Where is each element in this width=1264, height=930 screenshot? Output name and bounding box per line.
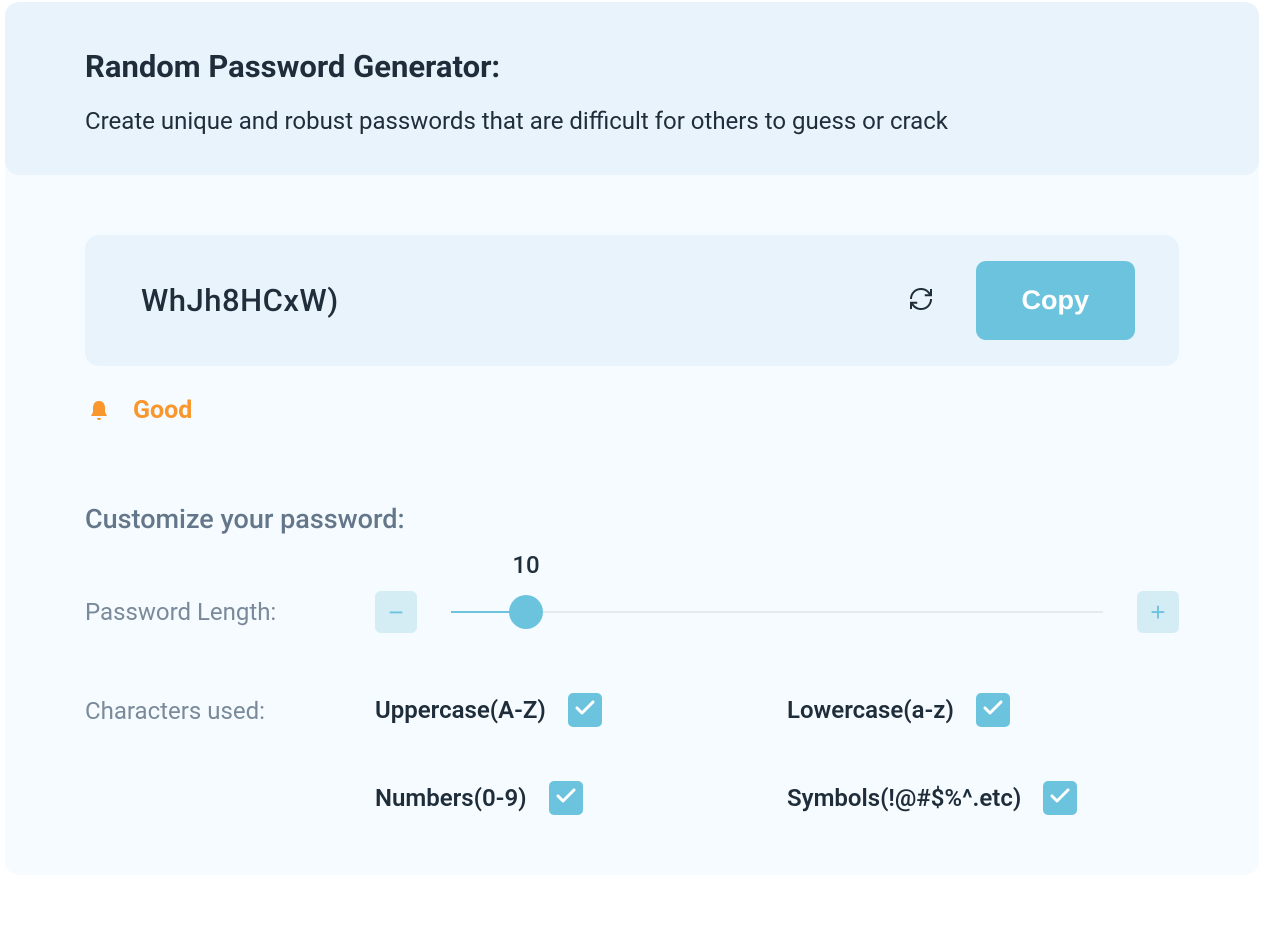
checkbox-lowercase[interactable] xyxy=(976,693,1010,727)
header: Random Password Generator: Create unique… xyxy=(5,2,1259,175)
check-icon xyxy=(556,788,576,808)
password-display-box: WhJh8HCxW) Copy xyxy=(85,235,1179,366)
length-label: Password Length: xyxy=(85,598,375,626)
minus-icon: − xyxy=(388,597,403,628)
password-value: WhJh8HCxW) xyxy=(141,282,904,319)
check-icon xyxy=(575,700,595,720)
option-uppercase: Uppercase(A-Z) xyxy=(375,693,767,727)
option-symbols-label: Symbols(!@#$%^.etc) xyxy=(787,784,1021,812)
checkbox-symbols[interactable] xyxy=(1043,781,1077,815)
characters-row: Characters used: Uppercase(A-Z) Lowercas… xyxy=(85,693,1179,815)
page-title: Random Password Generator: xyxy=(85,48,1179,85)
strength-indicator: Good xyxy=(85,396,1179,425)
customize-section: Customize your password: Password Length… xyxy=(85,503,1179,815)
option-numbers-label: Numbers(0-9) xyxy=(375,784,527,812)
slider-handle[interactable] xyxy=(509,595,543,629)
plus-icon: + xyxy=(1150,597,1165,628)
checkbox-uppercase[interactable] xyxy=(568,693,602,727)
check-icon xyxy=(1050,788,1070,808)
length-row: Password Length: − 10 + xyxy=(85,591,1179,633)
check-icon xyxy=(983,700,1003,720)
bell-icon xyxy=(85,397,113,425)
customize-title: Customize your password: xyxy=(85,503,1179,535)
option-symbols: Symbols(!@#$%^.etc) xyxy=(787,781,1179,815)
option-lowercase: Lowercase(a-z) xyxy=(787,693,1179,727)
strength-label: Good xyxy=(133,396,192,425)
slider-value-label: 10 xyxy=(512,551,539,579)
refresh-button[interactable] xyxy=(904,284,938,318)
copy-button[interactable]: Copy xyxy=(976,261,1136,340)
option-uppercase-label: Uppercase(A-Z) xyxy=(375,696,546,724)
slider-track xyxy=(451,611,1103,613)
increase-length-button[interactable]: + xyxy=(1137,591,1179,633)
chars-grid: Uppercase(A-Z) Lowercase(a-z) xyxy=(375,693,1179,815)
chars-label: Characters used: xyxy=(85,693,375,725)
page-subtitle: Create unique and robust passwords that … xyxy=(85,107,1179,135)
content: WhJh8HCxW) Copy G xyxy=(5,175,1259,875)
option-numbers: Numbers(0-9) xyxy=(375,781,767,815)
refresh-icon xyxy=(906,284,936,317)
checkbox-numbers[interactable] xyxy=(549,781,583,815)
decrease-length-button[interactable]: − xyxy=(375,591,417,633)
length-slider[interactable]: 10 xyxy=(451,591,1103,633)
password-generator-panel: Random Password Generator: Create unique… xyxy=(5,2,1259,875)
option-lowercase-label: Lowercase(a-z) xyxy=(787,696,954,724)
